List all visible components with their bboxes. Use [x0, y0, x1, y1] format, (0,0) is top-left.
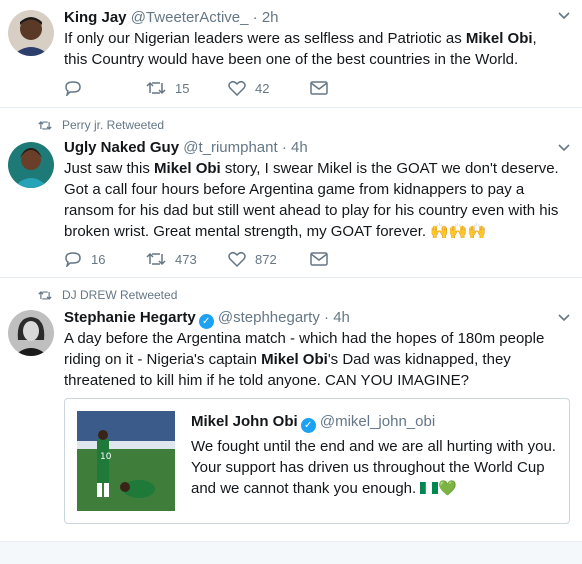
retweet-button[interactable]: 15: [146, 80, 228, 96]
tweet-header: Stephanie Hegarty ✓ @stephhegarty · 4h: [64, 309, 350, 329]
avatar[interactable]: [8, 142, 54, 188]
avatar[interactable]: [8, 10, 54, 56]
chevron-down-icon[interactable]: [558, 140, 570, 155]
separator-dot: ·: [281, 139, 287, 156]
user-handle[interactable]: @t_riumphant: [183, 139, 277, 156]
direct-message-button[interactable]: [310, 81, 392, 95]
quoted-user-handle[interactable]: @mikel_john_obi: [320, 413, 435, 430]
like-button[interactable]: 872: [228, 251, 310, 267]
display-name[interactable]: Stephanie Hegarty: [64, 309, 196, 326]
reply-icon: [65, 252, 81, 267]
reply-button[interactable]: 16: [64, 251, 146, 267]
verified-badge-icon: ✓: [300, 418, 316, 433]
retweet-context: DJ DREW Retweeted: [38, 288, 177, 302]
raised-hands-emoji: 🙌🙌🙌: [430, 223, 487, 240]
quoted-tweet-header: Mikel John Obi ✓ @mikel_john_obi: [191, 413, 435, 433]
timestamp[interactable]: 4h: [333, 309, 350, 326]
green-heart-icon: 💚: [438, 480, 458, 497]
heart-icon: [228, 251, 246, 267]
retweet-icon: [38, 120, 52, 130]
reply-icon: [65, 81, 81, 96]
retweet-button[interactable]: 473: [146, 251, 228, 267]
retweet-context: Perry jr. Retweeted: [38, 118, 164, 132]
user-handle[interactable]: @TweeterActive_: [131, 9, 249, 26]
tweet-text: Just saw this Mikel Obi story, I swear M…: [64, 160, 559, 240]
tweet-actions: 15 42: [64, 80, 392, 96]
svg-text:10: 10: [100, 452, 112, 462]
timestamp[interactable]: 2h: [262, 9, 279, 26]
retweet-icon: [146, 81, 166, 95]
quoted-tweet[interactable]: 10 Mikel John Obi ✓ @mikel_john_obi We fo…: [64, 398, 570, 524]
user-handle[interactable]: @stephhegarty: [218, 309, 320, 326]
timestamp[interactable]: 4h: [291, 139, 308, 156]
tweet-1[interactable]: King Jay @TweeterActive_ · 2h If only ou…: [0, 0, 582, 108]
tweet-2[interactable]: Perry jr. Retweeted Ugly Naked Guy @t_ri…: [0, 108, 582, 278]
retweet-icon: [146, 252, 166, 266]
verified-badge-icon: ✓: [198, 314, 214, 329]
chevron-down-icon[interactable]: [558, 310, 570, 325]
envelope-icon: [310, 252, 328, 266]
retweet-icon: [38, 290, 52, 300]
separator-dot: ·: [252, 9, 258, 26]
highlight-term: Mikel Obi: [154, 160, 221, 177]
tweet-text: If only our Nigerian leaders were as sel…: [64, 30, 537, 68]
quoted-display-name[interactable]: Mikel John Obi: [191, 413, 298, 430]
tweet-actions: 16 473 872: [64, 251, 392, 267]
direct-message-button[interactable]: [310, 252, 392, 266]
tweet-text: A day before the Argentina match - which…: [64, 330, 545, 389]
separator-dot: ·: [324, 309, 330, 326]
nigeria-flag-icon: [420, 479, 439, 495]
highlight-term: Mikel Obi: [465, 30, 533, 47]
highlight-term: Mikel Obi: [261, 351, 328, 368]
tweet-header: Ugly Naked Guy @t_riumphant · 4h: [64, 139, 308, 156]
display-name[interactable]: Ugly Naked Guy: [64, 139, 179, 156]
quoted-tweet-text: We fought until the end and we are all h…: [191, 438, 556, 497]
heart-icon: [228, 80, 246, 96]
avatar[interactable]: [8, 310, 54, 356]
chevron-down-icon[interactable]: [558, 8, 570, 23]
envelope-icon: [310, 81, 328, 95]
timeline-footer: [0, 541, 582, 564]
display-name[interactable]: King Jay: [64, 9, 127, 26]
tweet-header: King Jay @TweeterActive_ · 2h: [64, 9, 279, 26]
reply-button[interactable]: [64, 80, 146, 96]
quoted-tweet-image[interactable]: 10: [77, 411, 175, 511]
like-button[interactable]: 42: [228, 80, 310, 96]
